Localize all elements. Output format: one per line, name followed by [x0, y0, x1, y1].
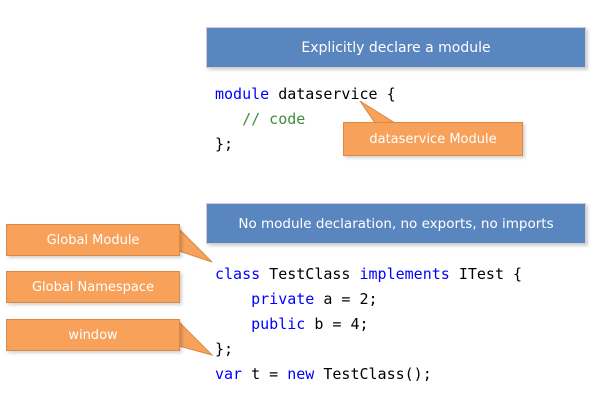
interface-name: ITest {: [449, 265, 523, 283]
class-name: TestClass: [260, 265, 360, 283]
code-line: // code: [215, 110, 305, 128]
new-keyword: new: [287, 365, 315, 383]
code-line: class TestClass implements ITest {: [215, 265, 522, 283]
code-line: private a = 2;: [215, 290, 378, 308]
code-line: };: [215, 340, 234, 358]
class-keyword: class: [215, 265, 261, 283]
constructor-call: TestClass();: [314, 365, 432, 383]
public-keyword: public: [251, 315, 306, 333]
var-keyword: var: [215, 365, 243, 383]
class-code-block: class TestClass implements ITest { priva…: [215, 262, 522, 387]
module-keyword: module: [215, 85, 270, 103]
explicit-module-banner: Explicitly declare a module: [206, 27, 586, 68]
module-name: dataservice {: [269, 85, 396, 103]
code-line: var t = new TestClass();: [215, 365, 432, 383]
private-field: a = 2;: [314, 290, 378, 308]
no-module-banner: No module declaration, no exports, no im…: [206, 203, 586, 244]
private-keyword: private: [251, 290, 315, 308]
code-comment: // code: [242, 110, 306, 128]
global-module-callout: Global Module: [6, 224, 180, 256]
code-line: };: [215, 135, 234, 153]
variable-assignment: t =: [242, 365, 288, 383]
global-namespace-callout: Global Namespace: [6, 271, 180, 303]
dataservice-module-callout: dataservice Module: [343, 122, 523, 156]
implements-keyword: implements: [359, 265, 450, 283]
code-line: public b = 4;: [215, 315, 369, 333]
public-field: b = 4;: [305, 315, 369, 333]
code-line: module dataservice {: [215, 85, 396, 103]
window-callout: window: [6, 319, 180, 351]
window-callout-pointer: [178, 320, 214, 356]
